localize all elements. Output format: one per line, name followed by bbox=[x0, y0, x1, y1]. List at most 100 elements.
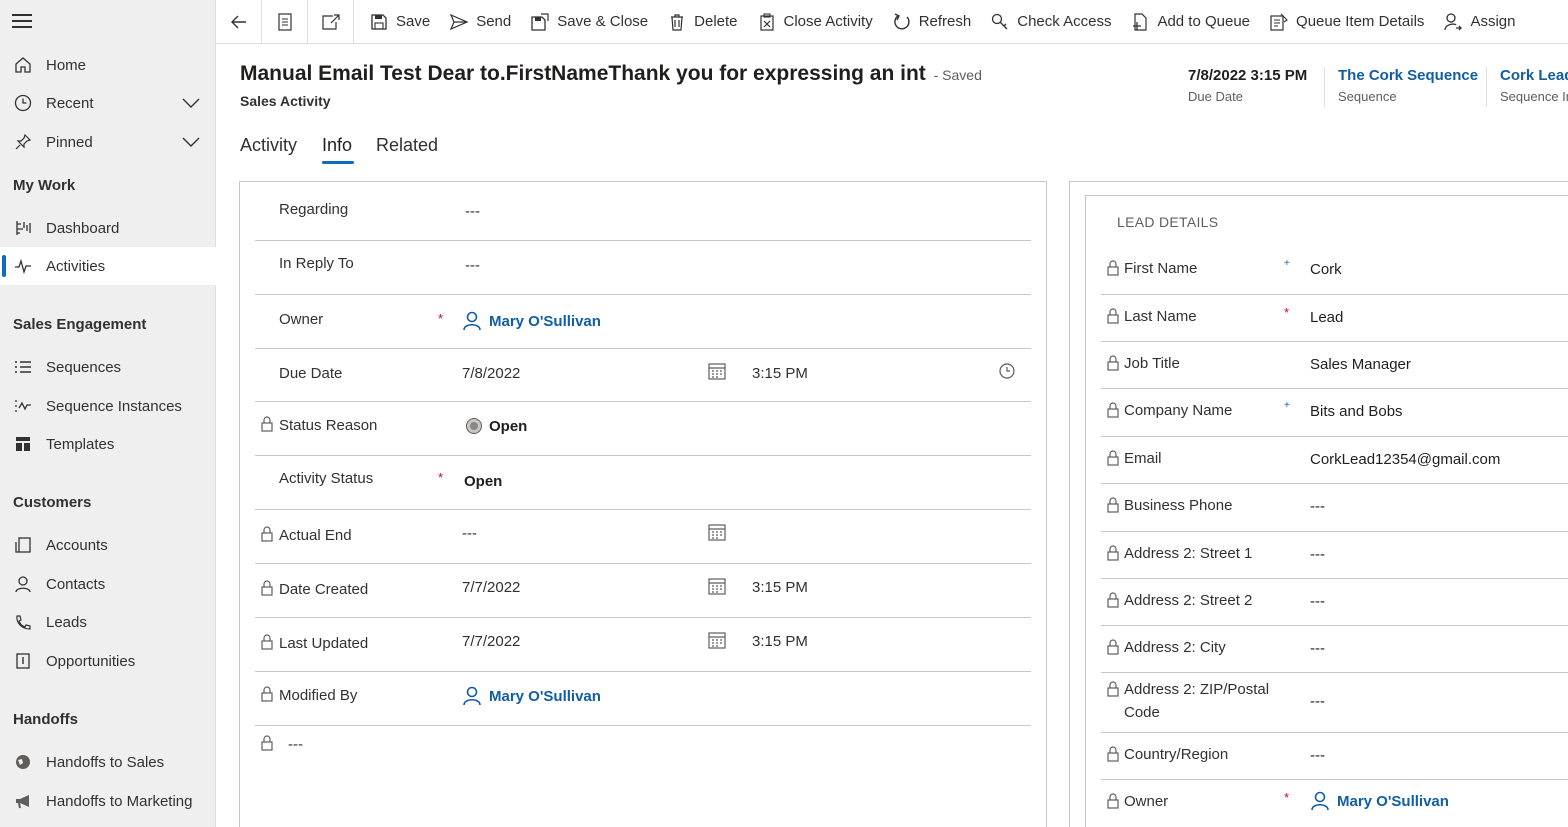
owner-lookup-link[interactable]: Mary O'Sullivan bbox=[462, 311, 601, 331]
lock-icon bbox=[1107, 746, 1119, 762]
field-status-reason: Status Reason Open bbox=[255, 402, 1031, 456]
sidebar-item-pinned[interactable]: Pinned bbox=[0, 123, 216, 161]
required-asterisk: * bbox=[1284, 305, 1290, 320]
sidebar-item-label: Contacts bbox=[46, 575, 106, 593]
sidebar-item-label: Handoffs to Marketing bbox=[46, 792, 193, 810]
close-activity-button[interactable]: Close Activity bbox=[748, 0, 883, 44]
lead-details-title: LEAD DETAILS bbox=[1117, 214, 1219, 230]
due-date-input[interactable]: 7/8/2022 bbox=[462, 365, 520, 382]
add-to-queue-button[interactable]: Add to Queue bbox=[1121, 0, 1260, 44]
due-time-input[interactable]: 3:15 PM bbox=[752, 365, 808, 382]
field-value: --- bbox=[1310, 693, 1325, 710]
field-date-created: Date Created 7/7/2022 3:15 PM bbox=[255, 564, 1031, 618]
clock-icon[interactable] bbox=[999, 363, 1015, 379]
header-sequence-instance: Cork Lead Sequence In bbox=[1500, 67, 1568, 104]
date-created-time: 3:15 PM bbox=[752, 579, 808, 596]
modified-by-link[interactable]: Mary O'Sullivan bbox=[462, 686, 601, 706]
form-view-button[interactable] bbox=[262, 0, 308, 44]
field-activity-status: Activity Status * Open bbox=[255, 456, 1031, 510]
field-label: Due Date bbox=[279, 365, 343, 382]
sidebar-item-opportunities[interactable]: Opportunities bbox=[0, 642, 216, 680]
sidebar-item-activities[interactable]: Activities bbox=[0, 247, 216, 285]
group-title-my-work: My Work bbox=[13, 177, 76, 194]
sidebar-item-accounts[interactable]: Accounts bbox=[0, 526, 216, 564]
header-sequence-link[interactable]: The Cork Sequence bbox=[1338, 67, 1478, 84]
command-bar: Save Send Save & Close Delete Close Acti… bbox=[216, 0, 1568, 44]
field-label: Business Phone bbox=[1124, 497, 1233, 514]
save-close-button[interactable]: Save & Close bbox=[521, 0, 658, 44]
close-activity-label: Close Activity bbox=[783, 13, 873, 30]
send-icon bbox=[450, 13, 469, 31]
person-icon bbox=[12, 573, 34, 595]
field-value: --- bbox=[1310, 593, 1325, 610]
lead-owner-link[interactable]: Mary O'Sullivan bbox=[1310, 791, 1449, 811]
record-title-text: Manual Email Test Dear to.FirstNameThank… bbox=[240, 62, 926, 85]
open-new-window-button[interactable] bbox=[308, 0, 354, 44]
tab-related[interactable]: Related bbox=[376, 135, 438, 156]
refresh-label: Refresh bbox=[918, 13, 972, 30]
home-icon bbox=[12, 54, 34, 76]
field-label: Modified By bbox=[279, 687, 358, 704]
field-value[interactable]: Bits and Bobs bbox=[1310, 403, 1403, 420]
field-value[interactable]: Sales Manager bbox=[1310, 356, 1411, 373]
field-label: Owner bbox=[1124, 793, 1169, 810]
calendar-icon[interactable] bbox=[708, 362, 726, 380]
key-icon bbox=[991, 13, 1009, 31]
sidebar-item-leads[interactable]: Leads bbox=[0, 603, 216, 641]
field-value: --- bbox=[1310, 640, 1325, 657]
hamburger-menu-icon[interactable] bbox=[12, 14, 32, 30]
refresh-button[interactable]: Refresh bbox=[883, 0, 982, 44]
sidebar-item-label: Pinned bbox=[46, 133, 93, 151]
header-sequence-instance-link[interactable]: Cork Lead bbox=[1500, 67, 1568, 84]
recommended-marker: + bbox=[1284, 258, 1290, 269]
sidebar-item-templates[interactable]: Templates bbox=[0, 425, 216, 463]
save-close-label: Save & Close bbox=[557, 13, 649, 30]
in-reply-to-lookup[interactable]: --- bbox=[465, 257, 480, 274]
field-label: Address 2: Street 1 bbox=[1124, 545, 1253, 562]
sidebar-item-sequence-instances[interactable]: Sequence Instances bbox=[0, 387, 216, 425]
sidebar-item-handoffs-to-sales[interactable]: Handoffs to Sales bbox=[0, 743, 216, 781]
opportunity-icon bbox=[12, 650, 34, 672]
send-button[interactable]: Send bbox=[440, 0, 521, 44]
save-floppy-icon bbox=[370, 13, 388, 31]
lock-icon bbox=[261, 634, 273, 650]
info-form-section: Regarding --- In Reply To --- Owner * Ma… bbox=[239, 181, 1047, 827]
lead-field-row: Company Name + Bits and Bobs bbox=[1101, 389, 1568, 437]
field-value[interactable]: Cork bbox=[1310, 261, 1342, 278]
accounts-icon bbox=[12, 534, 34, 556]
queue-item-details-button[interactable]: Queue Item Details bbox=[1260, 0, 1434, 44]
delete-button[interactable]: Delete bbox=[658, 0, 747, 44]
check-access-button[interactable]: Check Access bbox=[981, 0, 1121, 44]
sidebar-item-home[interactable]: Home bbox=[0, 46, 216, 84]
tab-activity[interactable]: Activity bbox=[240, 135, 297, 156]
sidebar-item-label: Home bbox=[46, 56, 87, 74]
back-button[interactable] bbox=[216, 0, 262, 44]
assign-button[interactable]: Assign bbox=[1434, 0, 1525, 44]
field-value[interactable]: CorkLead12354@gmail.com bbox=[1310, 451, 1500, 468]
save-button[interactable]: Save bbox=[360, 0, 440, 44]
lead-field-row: Job Title Sales Manager bbox=[1101, 342, 1568, 389]
sidebar-item-recent[interactable]: Recent bbox=[0, 84, 216, 122]
field-last-updated: Last Updated 7/7/2022 3:15 PM bbox=[255, 618, 1031, 672]
sidebar-item-handoffs-to-marketing[interactable]: Handoffs to Marketing bbox=[0, 782, 216, 820]
calendar-icon bbox=[708, 523, 726, 541]
lead-field-row: Address 2: Street 1 --- bbox=[1101, 532, 1568, 579]
sidebar-item-dashboard[interactable]: Dashboard bbox=[0, 209, 216, 247]
add-to-queue-icon bbox=[1131, 12, 1149, 31]
lock-icon bbox=[261, 735, 273, 751]
field-label: Last Name bbox=[1124, 308, 1197, 325]
sidebar-item-contacts[interactable]: Contacts bbox=[0, 565, 216, 603]
tab-info[interactable]: Info bbox=[322, 135, 352, 156]
field-label: Country/Region bbox=[1124, 746, 1229, 763]
last-updated-value: 7/7/2022 bbox=[462, 633, 521, 650]
sidebar-item-sequences[interactable]: Sequences bbox=[0, 348, 216, 386]
chevron-down-icon[interactable] bbox=[182, 135, 200, 152]
field-actual-end: Actual End --- bbox=[255, 510, 1031, 564]
recommended-marker: + bbox=[1284, 400, 1290, 411]
chevron-down-icon[interactable] bbox=[182, 96, 200, 113]
field-label: Date Created bbox=[279, 581, 369, 598]
header-divider bbox=[1486, 67, 1487, 107]
field-value[interactable]: Lead bbox=[1310, 309, 1343, 326]
field-label: Job Title bbox=[1124, 355, 1180, 372]
regarding-lookup[interactable]: --- bbox=[465, 203, 480, 220]
